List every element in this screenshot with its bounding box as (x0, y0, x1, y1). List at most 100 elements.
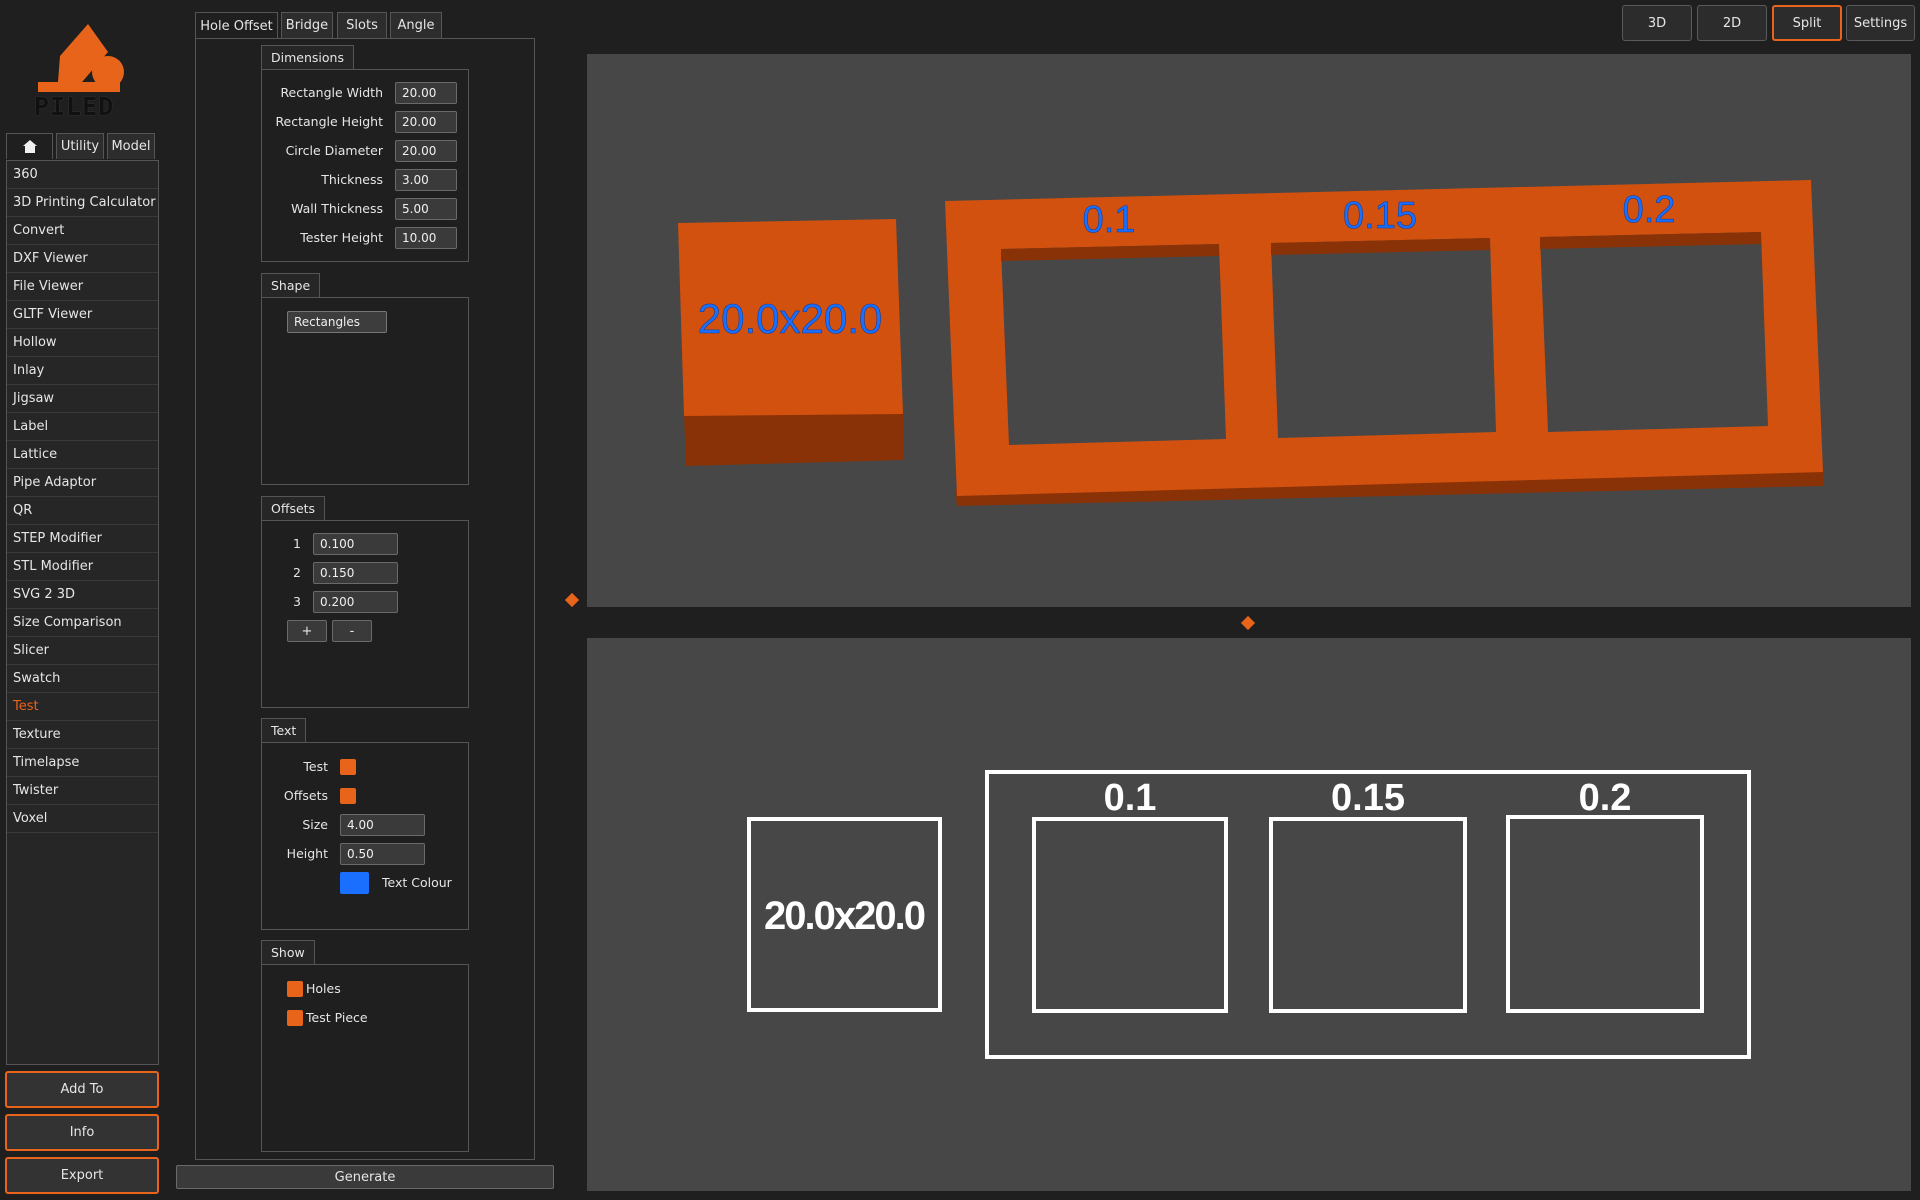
offset-input[interactable]: 0.200 (313, 591, 398, 613)
offsets-text-label: Offsets (283, 788, 328, 803)
view-2d-button[interactable]: 2D (1697, 5, 1767, 41)
add-to-button[interactable]: Add To (5, 1071, 159, 1108)
tab-angle[interactable]: Angle (390, 12, 442, 38)
dimension-label: Tester Height (300, 230, 383, 245)
sidebar-item-svg-2-3d[interactable]: SVG 2 3D (7, 581, 158, 609)
sidebar-item-pipe-adaptor[interactable]: Pipe Adaptor (7, 469, 158, 497)
dimension-input[interactable]: 5.00 (395, 198, 457, 220)
hole-label-3d-2: 0.15 (1343, 195, 1417, 237)
add-offset-button[interactable]: + (287, 620, 327, 642)
tab-model[interactable]: Model (107, 133, 155, 159)
shape-group-title: Shape (261, 273, 321, 297)
tab-hole-offset[interactable]: Hole Offset (195, 12, 278, 39)
sidebar-item-convert[interactable]: Convert (7, 217, 158, 245)
sidebar-item-3d-printing-calculator[interactable]: 3D Printing Calculator (7, 189, 158, 217)
offset-index: 3 (293, 594, 301, 609)
holes-label: Holes (306, 981, 341, 996)
test-piece-label: Test Piece (306, 1010, 368, 1025)
sidebar-item-jigsaw[interactable]: Jigsaw (7, 385, 158, 413)
dimension-input[interactable]: 20.00 (395, 111, 457, 133)
hole-3-outline (1506, 815, 1704, 1013)
hole-label-3d-1: 0.1 (1083, 199, 1136, 241)
sidebar-item-timelapse[interactable]: Timelapse (7, 749, 158, 777)
tab-bridge[interactable]: Bridge (281, 12, 333, 38)
horizontal-splitter-handle[interactable] (1240, 615, 1256, 631)
text-group-title: Text (261, 718, 307, 742)
view-split-button[interactable]: Split (1772, 5, 1842, 41)
sidebar-item-test[interactable]: Test (7, 693, 158, 721)
test-text-label: Test (303, 759, 328, 774)
height-label: Height (286, 846, 328, 861)
offset-index: 1 (293, 536, 301, 551)
sidebar-item-file-viewer[interactable]: File Viewer (7, 273, 158, 301)
sidebar-item-step-modifier[interactable]: STEP Modifier (7, 525, 158, 553)
sidebar-item-stl-modifier[interactable]: STL Modifier (7, 553, 158, 581)
tab-home[interactable] (6, 133, 53, 159)
sidebar-item-label[interactable]: Label (7, 413, 158, 441)
3d-scene: 20.0x20.0 0.1 0.15 0.2 (678, 180, 1823, 506)
tool-list: 360 3D Printing Calculator Convert DXF View… (6, 160, 159, 1065)
text-colour-label: Text Colour (382, 875, 452, 890)
sidebar-item-lattice[interactable]: Lattice (7, 441, 158, 469)
hole-label-2d-3: 0.2 (1579, 777, 1632, 819)
holes-checkbox[interactable] (287, 981, 303, 997)
remove-offset-button[interactable]: - (332, 620, 372, 642)
sidebar-item-texture[interactable]: Texture (7, 721, 158, 749)
test-text-checkbox[interactable] (340, 759, 356, 775)
hole-label-3d-3: 0.2 (1623, 189, 1676, 231)
block-label-3d: 20.0x20.0 (698, 295, 883, 342)
2d-scene: 20.0x20.0 0.1 0.15 0.2 (747, 770, 1751, 1059)
generate-button[interactable]: Generate (176, 1165, 554, 1189)
sidebar-item-360[interactable]: 360 (7, 161, 158, 189)
sidebar-item-twister[interactable]: Twister (7, 777, 158, 805)
block-label-2d: 20.0x20.0 (764, 894, 925, 938)
test-block-side (684, 412, 904, 466)
dimension-label: Rectangle Height (275, 114, 383, 129)
sidebar-item-voxel[interactable]: Voxel (7, 805, 158, 833)
sidebar-item-hollow[interactable]: Hollow (7, 329, 158, 357)
offset-input[interactable]: 0.100 (313, 533, 398, 555)
view-3d-button[interactable]: 3D (1622, 5, 1692, 41)
viewport-2d[interactable]: 20.0x20.0 0.1 0.15 0.2 (587, 638, 1911, 1191)
hole-label-2d-1: 0.1 (1104, 777, 1157, 819)
offsets-text-checkbox[interactable] (340, 788, 356, 804)
export-button[interactable]: Export (5, 1157, 159, 1194)
dimension-input[interactable]: 10.00 (395, 227, 457, 249)
height-input[interactable]: 0.50 (340, 843, 425, 865)
text-colour-swatch[interactable] (340, 872, 369, 894)
dimension-label: Wall Thickness (291, 201, 383, 216)
settings-button[interactable]: Settings (1846, 5, 1915, 41)
shape-select[interactable]: Rectangles (287, 311, 387, 333)
dimension-input[interactable]: 20.00 (395, 82, 457, 104)
offset-index: 2 (293, 565, 301, 580)
hole-label-2d-2: 0.15 (1331, 777, 1405, 819)
sidebar-item-slicer[interactable]: Slicer (7, 637, 158, 665)
dimension-input[interactable]: 20.00 (395, 140, 457, 162)
sidebar-item-dxf-viewer[interactable]: DXF Viewer (7, 245, 158, 273)
sidebar-item-qr[interactable]: QR (7, 497, 158, 525)
test-piece-checkbox[interactable] (287, 1010, 303, 1026)
size-label: Size (302, 817, 328, 832)
sidebar-item-swatch[interactable]: Swatch (7, 665, 158, 693)
dimension-label: Rectangle Width (280, 85, 383, 100)
dimensions-group-title: Dimensions (261, 45, 354, 69)
offset-input[interactable]: 0.150 (313, 562, 398, 584)
logo-text: PILED (34, 92, 115, 121)
sidebar-item-size-comparison[interactable]: Size Comparison (7, 609, 158, 637)
hole-2-outline (1269, 817, 1467, 1013)
tab-slots[interactable]: Slots (337, 12, 387, 38)
offsets-group-title: Offsets (261, 496, 326, 520)
sidebar-item-inlay[interactable]: Inlay (7, 357, 158, 385)
dimension-label: Thickness (321, 172, 383, 187)
hole-1-outline (1032, 817, 1228, 1013)
dimension-input[interactable]: 3.00 (395, 169, 457, 191)
home-icon (22, 140, 37, 153)
viewport-3d[interactable]: 20.0x20.0 0.1 0.15 0.2 (587, 54, 1911, 607)
dimension-label: Circle Diameter (285, 143, 383, 158)
vertical-splitter-handle[interactable] (564, 592, 580, 608)
size-input[interactable]: 4.00 (340, 814, 425, 836)
show-group-title: Show (261, 940, 315, 964)
sidebar-item-gltf-viewer[interactable]: GLTF Viewer (7, 301, 158, 329)
tab-utility[interactable]: Utility (56, 133, 104, 159)
info-button[interactable]: Info (5, 1114, 159, 1151)
